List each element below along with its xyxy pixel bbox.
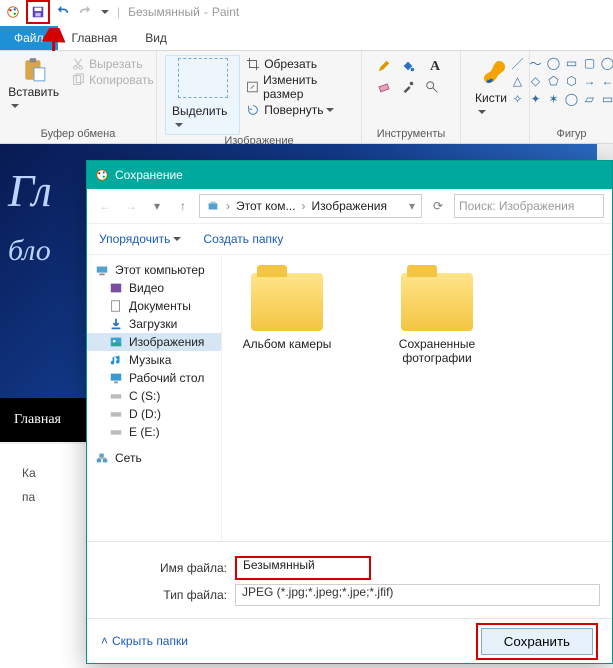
cut-button[interactable]: Вырезать [71, 57, 154, 71]
shapes-gallery[interactable]: ／〜◯▭▢◯△ △◇⬠⬡→←↑ ✧✦✶◯▱▭◇ [510, 55, 613, 107]
tree-downloads[interactable]: Загрузки [87, 315, 221, 333]
picker-tool[interactable] [401, 80, 421, 97]
tree-pictures[interactable]: Изображения [87, 333, 221, 351]
tab-view[interactable]: Вид [131, 26, 181, 50]
nav-up-button[interactable]: ↑ [173, 196, 193, 216]
paint-app-icon [4, 3, 22, 21]
new-folder-button[interactable]: Создать папку [203, 232, 283, 246]
paste-button[interactable]: Вставить [2, 55, 65, 115]
dialog-title: Сохранение [115, 168, 183, 182]
filetype-label: Тип файла: [159, 588, 227, 602]
group-tools-label: Инструменты [377, 128, 446, 140]
filetype-select[interactable]: JPEG (*.jpg;*.jpeg;*.jpe;*.jfif) [235, 584, 600, 606]
dialog-toolbar: Упорядочить Создать папку [87, 224, 612, 255]
rotate-button[interactable]: Повернуть [246, 103, 353, 117]
eraser-tool[interactable] [377, 80, 397, 97]
fill-tool[interactable] [401, 59, 421, 76]
folder-view[interactable]: Альбом камеры Сохраненные фотографии [222, 255, 612, 541]
save-button[interactable] [29, 3, 47, 21]
tab-home[interactable]: Главная [58, 26, 132, 50]
quick-access-toolbar: | Безымянный - Paint [0, 0, 613, 24]
group-shapes-label: Фигур [556, 128, 586, 140]
qa-customize-dropdown[interactable] [98, 5, 109, 19]
nav-recent-dropdown[interactable]: ▾ [147, 196, 167, 216]
tree-drive-d[interactable]: D (D:) [87, 405, 221, 423]
copy-button[interactable]: Копировать [71, 73, 154, 87]
search-input[interactable]: Поиск: Изображения [454, 194, 604, 218]
ribbon-tabs: Файл Главная Вид [0, 24, 613, 51]
tree-documents[interactable]: Документы [87, 297, 221, 315]
file-fields: Имя файла: Безымянный Тип файла: JPEG (*… [87, 541, 612, 618]
window-title-doc: Безымянный [128, 5, 200, 19]
resize-button[interactable]: Изменить размер [246, 73, 353, 101]
crop-button[interactable]: Обрезать [246, 57, 353, 71]
nav-back-button[interactable]: ← [95, 196, 115, 216]
address-bar[interactable]: › Этот ком... › Изображения ▾ [199, 194, 422, 218]
filename-input[interactable]: Безымянный [235, 556, 371, 580]
tree-drive-e[interactable]: E (E:) [87, 423, 221, 441]
ribbon: Вставить Вырезать Копировать Буфер обмен… [0, 51, 613, 144]
tree-desktop[interactable]: Рабочий стол [87, 369, 221, 387]
organize-menu[interactable]: Упорядочить [99, 232, 181, 246]
window-title-app: Paint [212, 5, 239, 19]
refresh-button[interactable]: ⟳ [428, 196, 448, 216]
tree-network[interactable]: Сеть [87, 449, 221, 467]
magnifier-tool[interactable] [425, 80, 445, 97]
save-button-dialog[interactable]: Сохранить [481, 628, 593, 655]
nav-forward-button[interactable]: → [121, 196, 141, 216]
nav-tree: Этот компьютер Видео Документы Загрузки … [87, 255, 222, 541]
tree-this-pc[interactable]: Этот компьютер [87, 261, 221, 279]
tab-file[interactable]: Файл [0, 26, 58, 50]
address-bar-row: ← → ▾ ↑ › Этот ком... › Изображения ▾ ⟳ … [87, 189, 612, 224]
undo-button[interactable] [54, 3, 72, 21]
tree-video[interactable]: Видео [87, 279, 221, 297]
pencil-tool[interactable] [377, 59, 397, 76]
group-clipboard-label: Буфер обмена [41, 128, 116, 140]
tree-music[interactable]: Музыка [87, 351, 221, 369]
dialog-titlebar: Сохранение [87, 161, 612, 189]
redo-button[interactable] [76, 3, 94, 21]
hide-folders-toggle[interactable]: ˄ Скрыть папки [101, 634, 188, 648]
folder-camera-roll[interactable]: Альбом камеры [232, 273, 342, 351]
folder-saved-pictures[interactable]: Сохраненные фотографии [382, 273, 492, 365]
save-dialog: Сохранение ← → ▾ ↑ › Этот ком... › Изобр… [86, 160, 613, 664]
text-tool[interactable]: A [425, 59, 445, 76]
tree-drive-c[interactable]: C (S:) [87, 387, 221, 405]
select-button[interactable]: Выделить [165, 55, 240, 135]
filename-label: Имя файла: [159, 561, 227, 575]
save-button-highlight [26, 0, 50, 24]
save-button-highlight-2: Сохранить [476, 623, 598, 660]
